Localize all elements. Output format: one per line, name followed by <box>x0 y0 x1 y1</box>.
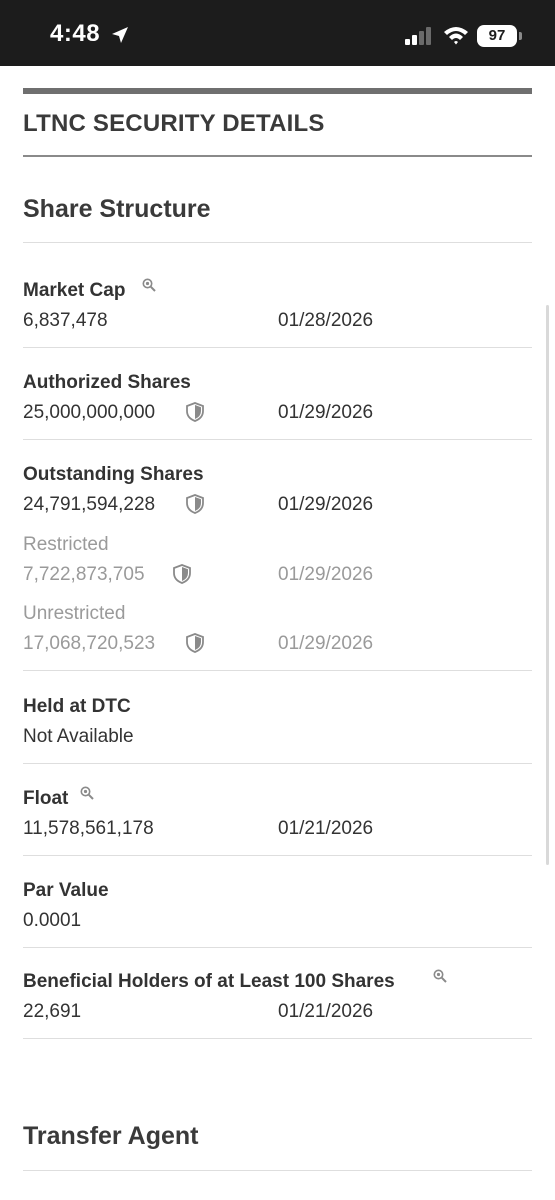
beneficial-holders-value: 22,691 <box>23 1001 82 1022</box>
authorized-shares-label: Authorized Shares <box>23 372 191 393</box>
beneficial-holders-date: 01/21/2026 <box>278 1001 374 1022</box>
shield-icon[interactable] <box>186 494 204 514</box>
held-at-dtc-value: Not Available <box>23 726 134 747</box>
beneficial-holders-label: Beneficial Holders of at Least 100 Share… <box>23 971 395 992</box>
outstanding-shares-label: Outstanding Shares <box>23 464 204 485</box>
float-value: 11,578,561,178 <box>23 818 154 839</box>
float-label: Float <box>23 788 69 809</box>
unrestricted-date: 01/29/2026 <box>278 633 374 654</box>
row-divider <box>23 855 532 856</box>
row-divider <box>23 763 532 764</box>
cellular-signal-icon <box>405 27 431 45</box>
market-cap-date: 01/28/2026 <box>278 310 374 331</box>
unrestricted-value: 17,068,720,523 <box>23 633 156 654</box>
magnifier-icon[interactable] <box>433 969 447 983</box>
authorized-shares-value: 25,000,000,000 <box>23 402 156 423</box>
status-bar: 4:48 97 <box>0 0 555 66</box>
outstanding-shares-value: 24,791,594,228 <box>23 494 156 515</box>
shield-icon[interactable] <box>173 564 191 584</box>
restricted-label: Restricted <box>23 534 109 555</box>
section-title-share-structure: Share Structure <box>23 195 211 223</box>
par-value-label: Par Value <box>23 880 109 901</box>
market-cap-label: Market Cap <box>23 280 126 301</box>
restricted-date: 01/29/2026 <box>278 564 374 585</box>
top-divider <box>23 88 532 94</box>
shield-icon[interactable] <box>186 633 204 653</box>
status-time: 4:48 <box>50 20 101 47</box>
magnifier-icon[interactable] <box>80 786 94 800</box>
wifi-icon <box>444 27 468 45</box>
shield-icon[interactable] <box>186 402 204 422</box>
authorized-shares-date: 01/29/2026 <box>278 402 374 423</box>
restricted-value: 7,722,873,705 <box>23 564 145 585</box>
row-divider <box>23 347 532 348</box>
page-title: LTNC SECURITY DETAILS <box>23 110 325 137</box>
scrollbar[interactable] <box>546 305 549 865</box>
section-divider <box>23 1170 532 1171</box>
section-title-transfer-agent: Transfer Agent <box>23 1122 199 1150</box>
unrestricted-label: Unrestricted <box>23 603 126 624</box>
row-divider <box>23 439 532 440</box>
par-value-value: 0.0001 <box>23 910 82 931</box>
float-date: 01/21/2026 <box>278 818 374 839</box>
battery-nub <box>519 32 522 40</box>
battery-indicator: 97 <box>477 25 517 47</box>
held-at-dtc-label: Held at DTC <box>23 696 131 717</box>
row-divider <box>23 670 532 671</box>
title-divider <box>23 155 532 157</box>
row-divider <box>23 947 532 948</box>
market-cap-value: 6,837,478 <box>23 310 108 331</box>
row-divider <box>23 1038 532 1039</box>
magnifier-icon[interactable] <box>142 278 156 292</box>
outstanding-shares-date: 01/29/2026 <box>278 494 374 515</box>
location-arrow-icon <box>112 27 128 43</box>
section-divider <box>23 242 532 243</box>
